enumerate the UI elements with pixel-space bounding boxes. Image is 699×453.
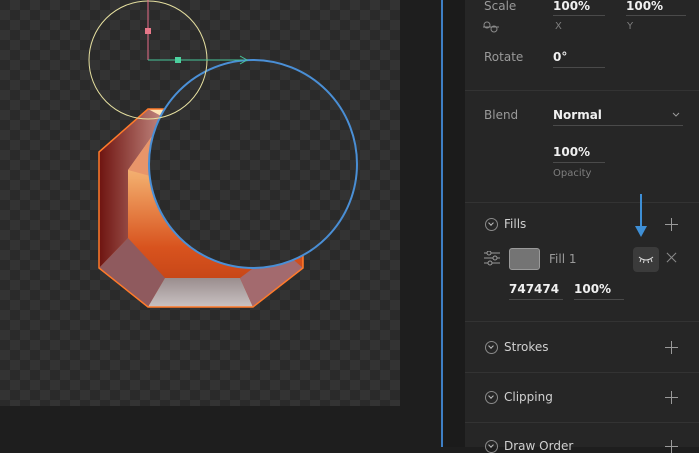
toggle-visibility-button[interactable] xyxy=(633,247,659,272)
blend-label: Blend xyxy=(484,108,519,122)
chevron-down-icon xyxy=(672,112,680,117)
scale-x-caption: X xyxy=(555,21,562,32)
add-stroke-icon[interactable] xyxy=(665,341,678,354)
canvas-drawing xyxy=(88,0,358,308)
rotate-input[interactable]: 0° xyxy=(553,50,567,64)
rotate-label: Rotate xyxy=(484,50,524,64)
scale-x-input[interactable]: 100% xyxy=(553,0,590,13)
strokes-collapse-icon[interactable] xyxy=(485,341,498,354)
scale-y-input[interactable]: 100% xyxy=(626,0,663,13)
link-scale-icon[interactable] xyxy=(483,21,499,33)
scale-y-underline xyxy=(626,15,686,16)
add-clipping-icon[interactable] xyxy=(665,391,678,404)
arrow-down-icon xyxy=(635,194,647,237)
add-fill-icon[interactable] xyxy=(665,218,678,231)
eye-closed-icon xyxy=(638,256,654,264)
canvas-area[interactable] xyxy=(0,0,444,447)
scale-label: Scale xyxy=(484,0,517,13)
properties-panel: Scale 100% 100% X Y Rotate 0° Blend Norm… xyxy=(465,0,699,453)
fill-opacity-underline xyxy=(574,299,624,300)
fill-hex-input[interactable]: 747474 xyxy=(509,282,559,296)
gem-shape[interactable] xyxy=(98,108,304,308)
blend-underline xyxy=(553,125,683,126)
draw-order-title: Draw Order xyxy=(504,439,574,453)
fill-color-swatch[interactable] xyxy=(509,248,540,270)
fill-hex-underline xyxy=(509,299,563,300)
clipping-title: Clipping xyxy=(504,390,553,404)
scale-x-underline xyxy=(553,15,605,16)
section-separator xyxy=(465,372,699,373)
fill-opacity-input[interactable]: 100% xyxy=(574,282,611,296)
blend-select[interactable]: Normal xyxy=(553,108,602,122)
section-separator xyxy=(465,202,699,203)
opacity-caption: Opacity xyxy=(553,168,592,179)
fills-collapse-icon[interactable] xyxy=(485,218,498,231)
section-separator xyxy=(465,321,699,322)
scale-y-caption: Y xyxy=(627,21,634,32)
fills-title: Fills xyxy=(504,217,527,231)
fill-name[interactable]: Fill 1 xyxy=(549,252,576,266)
opacity-underline xyxy=(553,162,605,163)
panel-gutter xyxy=(443,0,465,447)
x-scale-knob[interactable] xyxy=(175,57,181,63)
section-separator xyxy=(465,90,699,91)
y-scale-knob[interactable] xyxy=(145,28,151,34)
strokes-title: Strokes xyxy=(504,340,549,354)
rotate-underline xyxy=(553,67,605,68)
opacity-input[interactable]: 100% xyxy=(553,145,590,159)
clipping-collapse-icon[interactable] xyxy=(485,391,498,404)
remove-fill-icon[interactable] xyxy=(666,252,677,263)
fill-settings-icon[interactable] xyxy=(484,251,500,266)
section-separator xyxy=(465,422,699,423)
